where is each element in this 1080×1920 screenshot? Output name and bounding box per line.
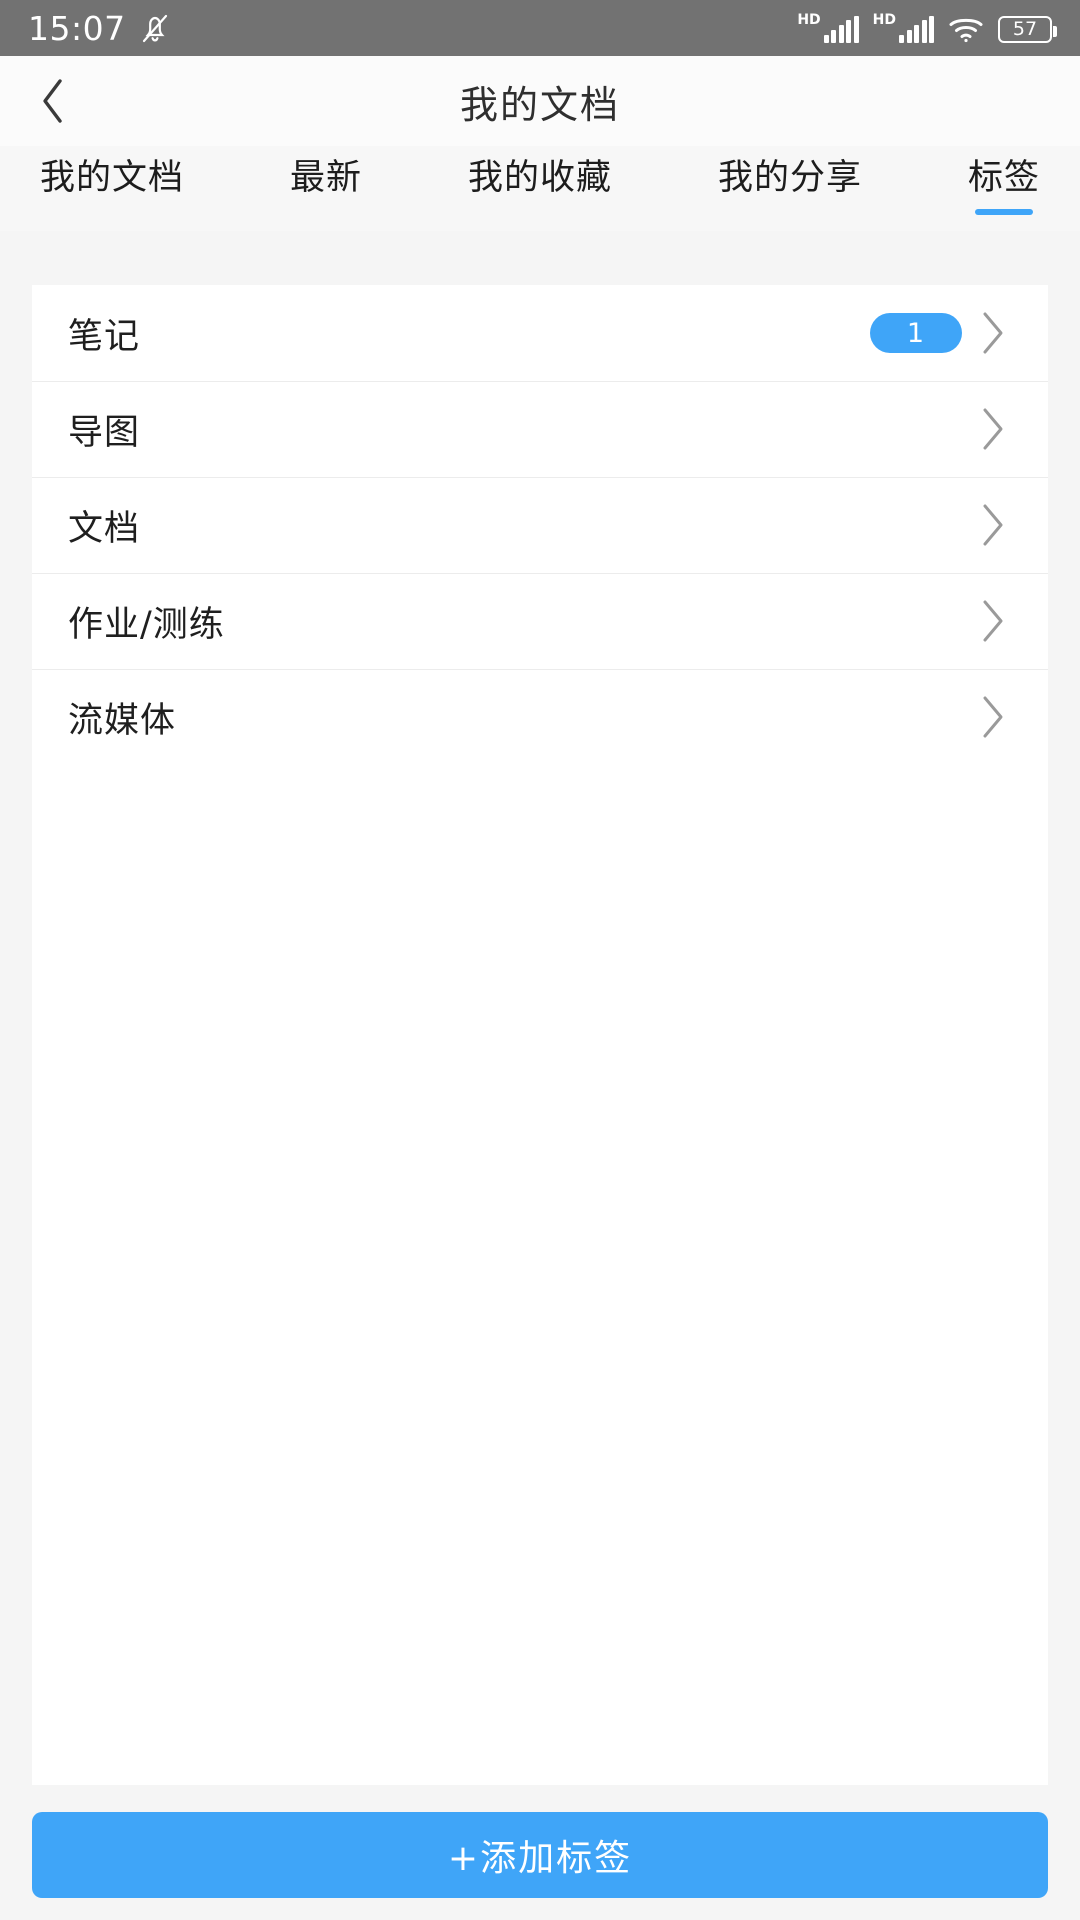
bell-muted-icon xyxy=(140,11,170,45)
signal-bars-icon-2 xyxy=(899,16,934,43)
list-item-label: 笔记 xyxy=(68,316,141,357)
battery-indicator: 57 xyxy=(998,16,1057,43)
signal-indicator-2: HD xyxy=(873,13,934,43)
tab-bar: 我的文档 最新 我的收藏 我的分享 标签 xyxy=(0,146,1080,231)
hd-label-1: HD xyxy=(797,12,821,28)
tab-label: 我的分享 xyxy=(717,158,862,198)
chevron-right-icon xyxy=(978,598,1008,644)
app-header: 我的文档 xyxy=(0,56,1080,146)
list-item-label: 文档 xyxy=(68,508,141,549)
hd-label-2: HD xyxy=(872,12,896,28)
list-item-label: 作业/测练 xyxy=(68,604,225,645)
chevron-right-icon xyxy=(978,694,1008,740)
tab-tags[interactable]: 标签 xyxy=(954,146,1054,231)
list-item-homework[interactable]: 作业/测练 xyxy=(32,573,1048,669)
list-item-label: 导图 xyxy=(68,412,141,453)
tag-list-card: 笔记 1 导图 文档 作业/测练 流媒体 xyxy=(32,285,1048,1785)
tab-my-documents[interactable]: 我的文档 xyxy=(26,146,198,231)
list-item-trailing xyxy=(978,694,1008,740)
tab-label: 我的收藏 xyxy=(467,158,612,198)
tab-label: 标签 xyxy=(967,158,1040,198)
status-bar-left: 15:07 xyxy=(28,11,170,45)
tab-my-shares[interactable]: 我的分享 xyxy=(704,146,876,231)
back-button[interactable] xyxy=(8,56,98,146)
tab-latest[interactable]: 最新 xyxy=(276,146,376,231)
tab-label: 我的文档 xyxy=(40,158,185,198)
status-bar: 15:07 HD HD 57 xyxy=(0,0,1080,56)
signal-bars-icon-1 xyxy=(823,16,859,43)
list-item-mindmap[interactable]: 导图 xyxy=(32,381,1048,477)
list-item-label: 流媒体 xyxy=(68,700,177,741)
tab-label: 最新 xyxy=(289,158,362,198)
wifi-icon xyxy=(948,15,984,43)
page-title: 我的文档 xyxy=(459,82,620,127)
list-item-document[interactable]: 文档 xyxy=(32,477,1048,573)
tab-active-indicator xyxy=(974,209,1033,215)
status-badge: 1 xyxy=(870,313,962,353)
list-item-trailing xyxy=(978,598,1008,644)
list-item-trailing: 1 xyxy=(870,310,1008,356)
list-item-trailing xyxy=(978,406,1008,452)
chevron-right-icon xyxy=(978,310,1008,356)
add-tag-button[interactable]: +添加标签 xyxy=(32,1812,1048,1898)
list-item-streaming-media[interactable]: 流媒体 xyxy=(32,669,1048,765)
battery-level-label: 57 xyxy=(1012,18,1038,40)
status-bar-right: HD HD 57 xyxy=(797,12,1057,43)
tab-my-favorites[interactable]: 我的收藏 xyxy=(454,146,626,231)
chevron-right-icon xyxy=(978,502,1008,548)
list-item-notes[interactable]: 笔记 1 xyxy=(32,285,1048,381)
chevron-left-icon xyxy=(38,77,68,125)
list-item-trailing xyxy=(978,502,1008,548)
signal-indicator-1: HD xyxy=(797,12,859,43)
chevron-right-icon xyxy=(978,406,1008,452)
status-time: 15:07 xyxy=(28,8,126,48)
